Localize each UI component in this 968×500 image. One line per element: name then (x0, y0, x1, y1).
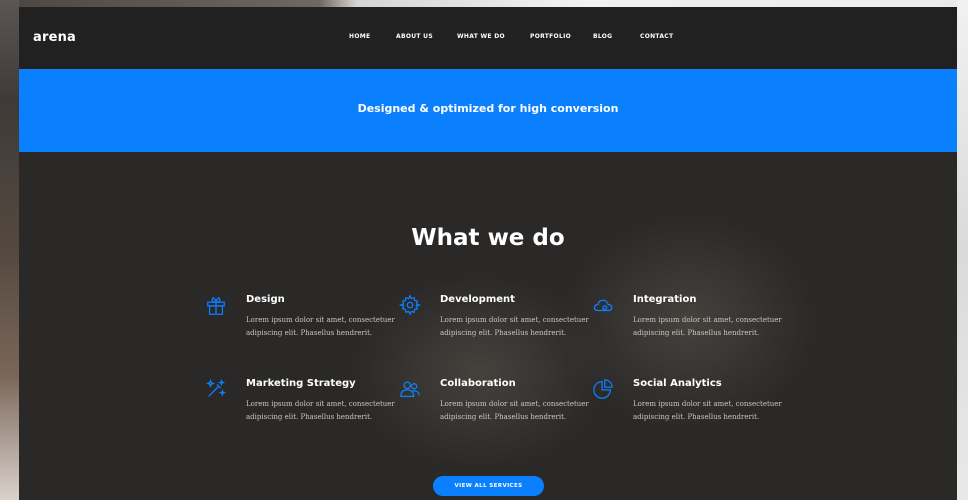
service-title: Marketing Strategy (246, 378, 356, 389)
service-description: Lorem ipsum dolor sit amet, consectetuer… (246, 400, 395, 421)
services-section: What we do Design Lorem ipsum dolor sit … (19, 152, 957, 500)
service-item-collaboration: Collaboration Lorem ipsum dolor sit amet… (399, 378, 589, 438)
promo-banner: Designed & optimized for high conversion (19, 69, 957, 152)
gift-icon (207, 297, 225, 315)
service-title: Integration (633, 294, 697, 305)
service-title: Social Analytics (633, 378, 722, 389)
service-description: Lorem ipsum dolor sit amet, consectetuer… (633, 316, 782, 337)
main-nav: HOME ABOUT US WHAT WE DO PORTFOLIO BLOG … (19, 33, 957, 45)
banner-text: Designed & optimized for high conversion (357, 102, 619, 115)
background-photo-right (957, 0, 968, 500)
cloud-icon (593, 299, 613, 312)
service-description: Lorem ipsum dolor sit amet, consectetuer… (246, 316, 395, 337)
service-description: Lorem ipsum dolor sit amet, consectetuer… (440, 400, 589, 421)
view-all-services-button[interactable]: VIEW ALL SERVICES (433, 476, 544, 496)
users-icon (400, 381, 420, 397)
nav-item-portfolio[interactable]: PORTFOLIO (530, 33, 571, 40)
service-item-development: Development Lorem ipsum dolor sit amet, … (399, 294, 589, 354)
service-item-marketing-strategy: Marketing Strategy Lorem ipsum dolor sit… (205, 378, 395, 438)
gear-icon (399, 294, 421, 316)
nav-item-home[interactable]: HOME (349, 33, 370, 40)
service-item-integration: Integration Lorem ipsum dolor sit amet, … (592, 294, 782, 354)
service-title: Collaboration (440, 378, 516, 389)
service-description: Lorem ipsum dolor sit amet, consectetuer… (440, 316, 589, 337)
magic-wand-icon (205, 378, 227, 397)
page-window: arena HOME ABOUT US WHAT WE DO PORTFOLIO… (19, 7, 957, 500)
service-title: Design (246, 294, 285, 305)
pie-chart-icon (593, 379, 613, 399)
background-photo-top (19, 0, 957, 7)
nav-item-contact[interactable]: CONTACT (640, 33, 673, 40)
nav-item-blog[interactable]: BLOG (593, 33, 612, 40)
service-item-social-analytics: Social Analytics Lorem ipsum dolor sit a… (592, 378, 782, 438)
service-item-design: Design Lorem ipsum dolor sit amet, conse… (205, 294, 395, 354)
service-title: Development (440, 294, 515, 305)
service-description: Lorem ipsum dolor sit amet, consectetuer… (633, 400, 782, 421)
header-bar: arena HOME ABOUT US WHAT WE DO PORTFOLIO… (19, 7, 957, 69)
background-photo-left (0, 0, 19, 500)
section-title: What we do (411, 225, 565, 251)
nav-item-about-us[interactable]: ABOUT US (396, 33, 433, 40)
nav-item-what-we-do[interactable]: WHAT WE DO (457, 33, 505, 40)
